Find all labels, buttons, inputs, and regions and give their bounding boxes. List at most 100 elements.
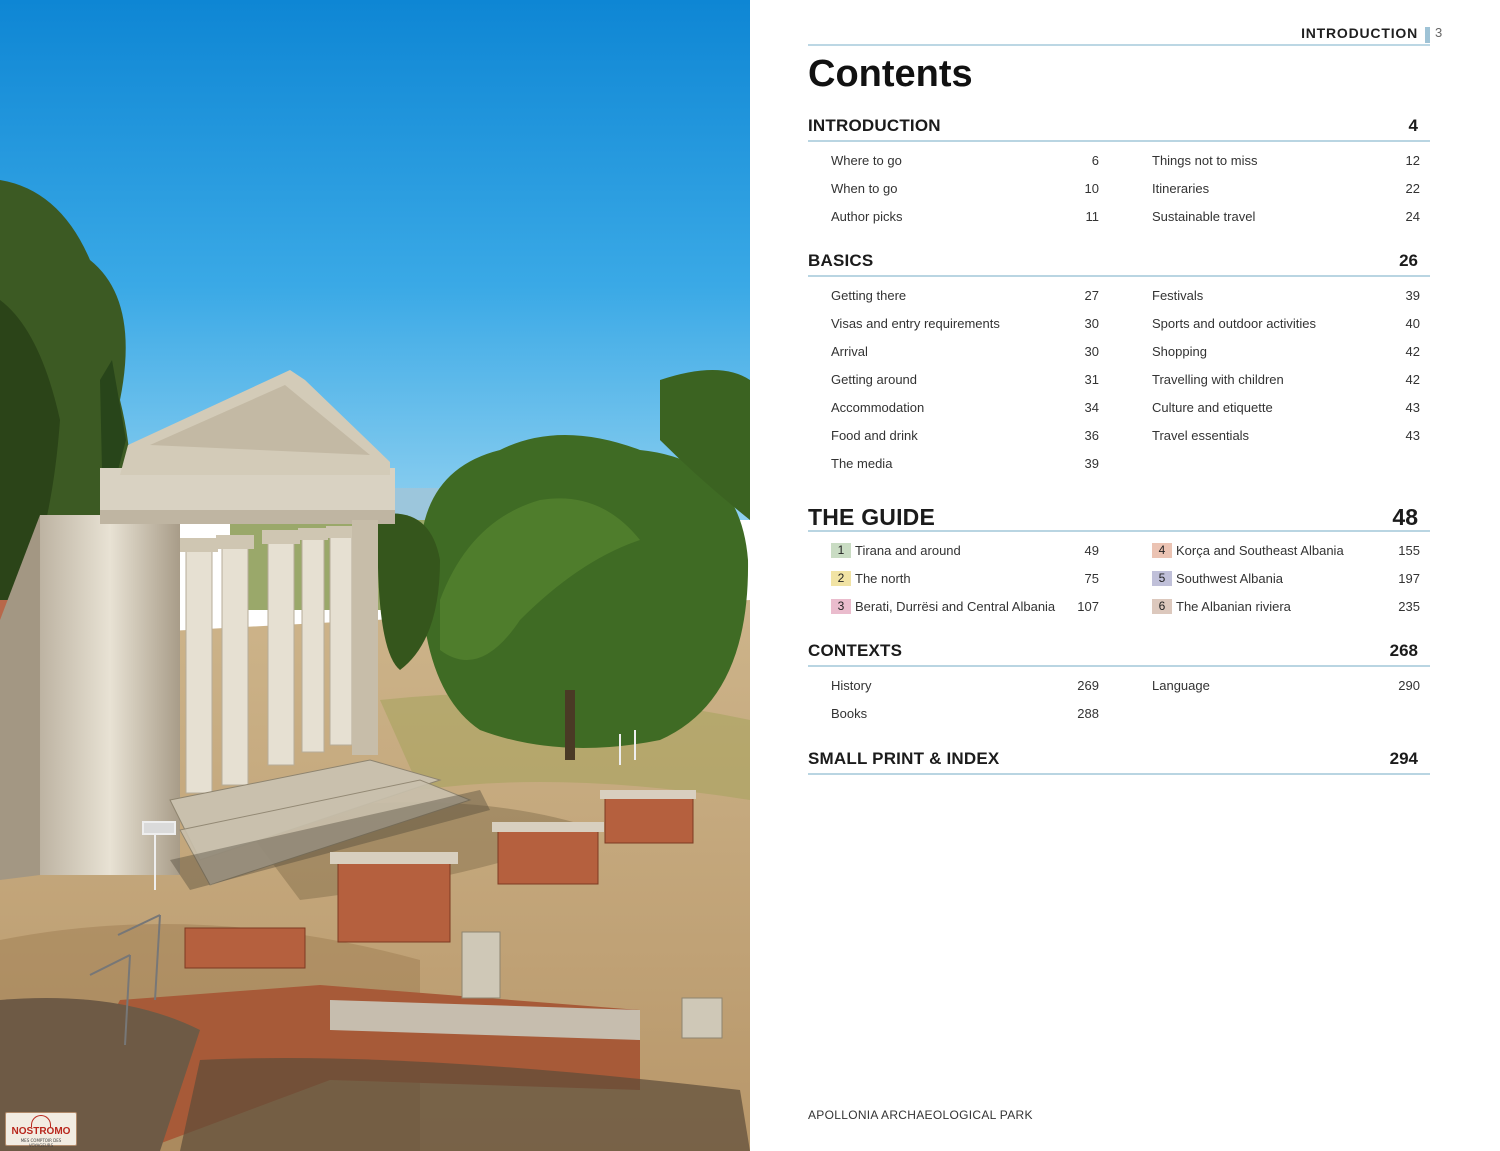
toc-entry[interactable]: Sports and outdoor activities 40 (1152, 316, 1420, 336)
chapter-number-chip: 2 (831, 571, 851, 586)
entry-label: Berati, Durrësi and Central Albania (855, 599, 1056, 614)
toc-entry[interactable]: Author picks 11 (831, 209, 1099, 229)
entry-page: 75 (1084, 571, 1099, 586)
page-title: Contents (808, 53, 973, 95)
nostromo-stamp-logo: NOSTROMO MES COMPTOIR DES VOYAGEURS (5, 1112, 77, 1148)
toc-entry[interactable]: Sustainable travel 24 (1152, 209, 1420, 229)
entry-page: 36 (1084, 428, 1099, 443)
entry-page: 11 (1085, 209, 1100, 224)
running-head: INTRODUCTION (1301, 25, 1418, 41)
entry-page: 269 (1077, 678, 1099, 693)
stamp-word: NOSTROMO (11, 1126, 71, 1137)
entry-label: Visas and entry requirements (831, 316, 1000, 331)
section-header[interactable]: THE GUIDE 48 (808, 504, 1430, 532)
entry-label: Tirana and around (855, 543, 961, 558)
entry-page: 31 (1084, 372, 1099, 387)
toc-entry[interactable]: Culture and etiquette 43 (1152, 400, 1420, 420)
section-page: 4 (1408, 116, 1418, 135)
entry-page: 42 (1405, 344, 1420, 359)
entry-label: Accommodation (831, 400, 925, 415)
section-page: 26 (1399, 251, 1418, 270)
entry-page: 290 (1398, 678, 1420, 693)
section-rule (808, 140, 1430, 142)
entry-label: Travelling with children (1152, 372, 1284, 387)
toc-entry[interactable]: Itineraries 22 (1152, 181, 1420, 201)
entry-page: 155 (1398, 543, 1420, 558)
toc-entry[interactable]: Shopping 42 (1152, 344, 1420, 364)
section-header[interactable]: SMALL PRINT & INDEX 294 (808, 749, 1430, 775)
entry-page: 30 (1084, 344, 1099, 359)
toc-entry[interactable]: Travel essentials 43 (1152, 428, 1420, 448)
section-the-guide: THE GUIDE 48 1 Tirana and around 49 2 The… (808, 504, 1430, 614)
entry-page: 39 (1405, 288, 1420, 303)
entry-page: 197 (1398, 571, 1420, 586)
entry-label: Sustainable travel (1152, 209, 1256, 224)
toc-entry[interactable]: Food and drink 36 (831, 428, 1099, 448)
entry-page: 6 (1091, 153, 1099, 168)
entry-label: Arrival (831, 344, 868, 359)
toc-entry[interactable]: Getting there 27 (831, 288, 1099, 308)
entry-page: 235 (1398, 599, 1420, 614)
entry-page: 288 (1077, 706, 1099, 721)
section-rule (808, 773, 1430, 775)
toc-entry[interactable]: The media 39 (831, 456, 1099, 476)
toc-chapter-entry[interactable]: 4 Korça and Southeast Albania 155 (1152, 543, 1420, 563)
section-page: 48 (1392, 504, 1418, 530)
toc-entry[interactable]: Accommodation 34 (831, 400, 1099, 420)
entry-label: Food and drink (831, 428, 918, 443)
entry-label: Books (831, 706, 868, 721)
toc-entry[interactable]: Books 288 (831, 706, 1099, 726)
entry-label: Getting there (831, 288, 907, 303)
entry-label: Author picks (831, 209, 903, 224)
chapter-number-chip: 4 (1152, 543, 1172, 558)
entry-label: Korça and Southeast Albania (1176, 543, 1344, 558)
section-rule (808, 530, 1430, 532)
toc-entry[interactable]: History 269 (831, 678, 1099, 698)
entry-page: 39 (1084, 456, 1099, 471)
entry-label: The north (855, 571, 911, 586)
chapter-number-chip: 5 (1152, 571, 1172, 586)
entry-page: 10 (1084, 181, 1099, 196)
apollonia-temple-illustration (0, 0, 750, 1151)
entry-page: 42 (1405, 372, 1420, 387)
section-contexts: CONTEXTS 268 History 269 Books 288 Languag… (808, 641, 1430, 721)
toc-entry[interactable]: Getting around 31 (831, 372, 1099, 392)
toc-entry[interactable]: Arrival 30 (831, 344, 1099, 364)
toc-entry[interactable]: Things not to miss 12 (1152, 153, 1420, 173)
photo-caption: APOLLONIA ARCHAEOLOGICAL PARK (808, 1108, 1033, 1122)
toc-entry[interactable]: Festivals 39 (1152, 288, 1420, 308)
entry-label: Culture and etiquette (1152, 400, 1273, 415)
section-rule (808, 275, 1430, 277)
entry-page: 49 (1084, 543, 1099, 558)
stamp-tagline: MES COMPTOIR DES VOYAGEURS (20, 1138, 62, 1148)
section-header[interactable]: BASICS 26 (808, 251, 1430, 277)
toc-chapter-entry[interactable]: 2 The north 75 (831, 571, 1099, 591)
chapter-number-chip: 1 (831, 543, 851, 558)
toc-entry[interactable]: Where to go 6 (831, 153, 1099, 173)
toc-chapter-entry[interactable]: 3 Berati, Durrësi and Central Albania 107 (831, 599, 1099, 619)
entry-label: Travel essentials (1152, 428, 1250, 443)
entry-label: Language (1152, 678, 1210, 693)
section-title: BASICS (808, 251, 874, 270)
chapter-number-chip: 3 (831, 599, 851, 614)
entry-label: Sports and outdoor activities (1152, 316, 1317, 331)
entry-page: 12 (1405, 153, 1420, 168)
entry-label: Things not to miss (1152, 153, 1258, 168)
toc-chapter-entry[interactable]: 1 Tirana and around 49 (831, 543, 1099, 563)
contents-page: INTRODUCTION 3 Contents INTRODUCTION 4 W… (750, 0, 1500, 1151)
toc-chapter-entry[interactable]: 5 Southwest Albania 197 (1152, 571, 1420, 591)
entry-label: The Albanian riviera (1176, 599, 1291, 614)
toc-entry[interactable]: Language 290 (1152, 678, 1420, 698)
chapter-number-chip: 6 (1152, 599, 1172, 614)
section-header[interactable]: INTRODUCTION 4 (808, 116, 1430, 142)
entry-page: 30 (1084, 316, 1099, 331)
toc-entry[interactable]: Travelling with children 42 (1152, 372, 1420, 392)
toc-chapter-entry[interactable]: 6 The Albanian riviera 235 (1152, 599, 1420, 619)
toc-entry[interactable]: Visas and entry requirements 30 (831, 316, 1099, 336)
toc-entry[interactable]: When to go 10 (831, 181, 1099, 201)
section-header[interactable]: CONTEXTS 268 (808, 641, 1430, 667)
entry-page: 43 (1405, 428, 1420, 443)
entry-page: 22 (1405, 181, 1420, 196)
entry-label: Southwest Albania (1176, 571, 1283, 586)
entry-label: When to go (831, 181, 898, 196)
